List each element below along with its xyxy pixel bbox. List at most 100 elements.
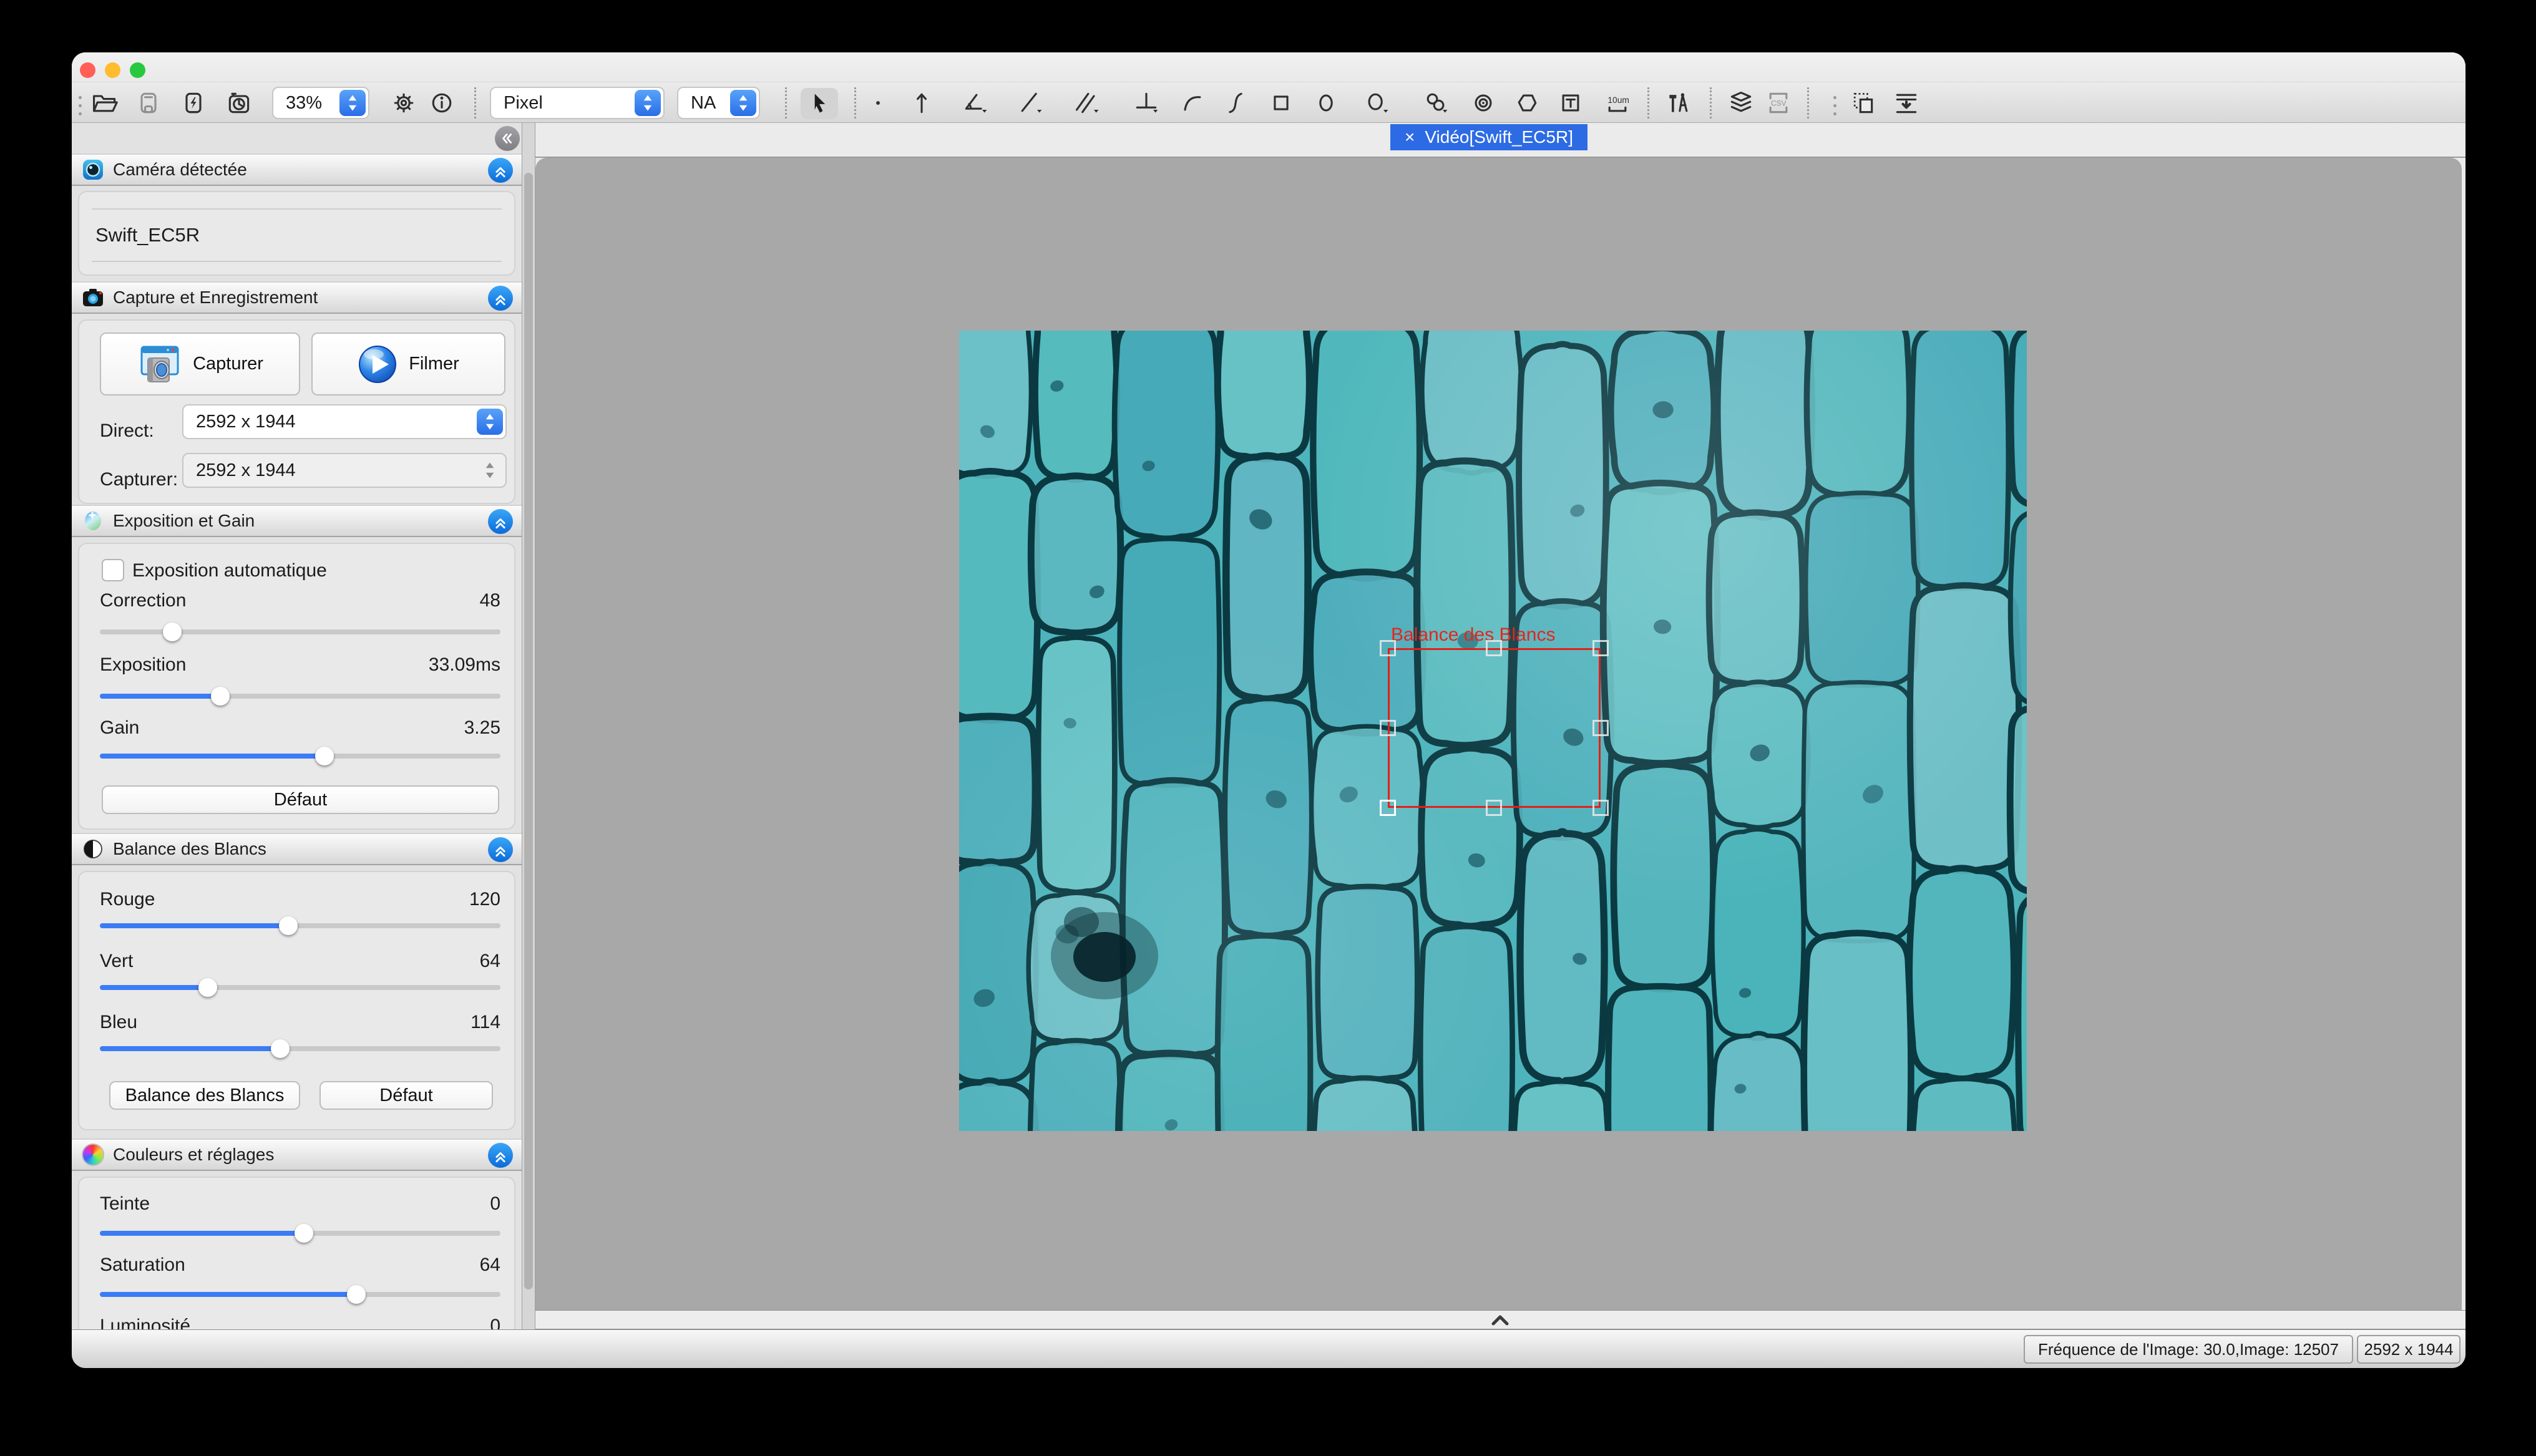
panel-header-colors[interactable]: Couleurs et réglages (72, 1138, 522, 1171)
scrollbar-thumb[interactable] (524, 173, 533, 1289)
video-tab[interactable]: × Vidéo[Swift_EC5R] (1390, 124, 1587, 150)
colors-panel-body: Teinte 0 Saturation 64 Luminosité (78, 1177, 515, 1329)
sidebar-scrollbar[interactable] (522, 123, 535, 1329)
measurement-settings-icon[interactable] (1665, 89, 1692, 117)
close-tab-icon[interactable]: × (1405, 127, 1415, 147)
angle-tool[interactable] (962, 89, 989, 117)
close-window-button[interactable] (80, 62, 95, 78)
slider-knob[interactable] (198, 978, 217, 997)
slider-knob[interactable] (315, 747, 334, 765)
hue-slider[interactable] (100, 1224, 500, 1243)
cursor-tool[interactable] (806, 89, 833, 117)
roi-handle[interactable] (1592, 640, 1609, 656)
blue-slider[interactable] (100, 1039, 500, 1058)
roi-handle[interactable] (1486, 640, 1502, 656)
collapse-panel-button[interactable] (488, 837, 513, 862)
bottom-panel-expander[interactable] (535, 1310, 2465, 1329)
roi-handle[interactable] (1380, 800, 1396, 816)
live-resolution-stepper[interactable] (477, 409, 503, 435)
roi-handle[interactable] (1380, 640, 1396, 656)
saturation-slider[interactable] (100, 1285, 500, 1304)
info-icon[interactable] (428, 89, 456, 117)
duplicate-icon[interactable] (1849, 89, 1876, 117)
correction-label: Correction (100, 590, 186, 611)
resolution-cell: 2592 x 1944 (2357, 1335, 2460, 1364)
ellipse-tool[interactable] (1312, 89, 1340, 117)
collapse-panel-button[interactable] (488, 1143, 513, 1168)
frame-info-cell: Fréquence de l'Image: 30.0,Image: 12507 (2024, 1335, 2353, 1364)
exposure-slider[interactable] (100, 687, 500, 706)
collapse-panel-button[interactable] (488, 286, 513, 311)
perpendicular-tool[interactable] (1133, 89, 1160, 117)
slider-knob[interactable] (163, 623, 182, 641)
white-balance-roi[interactable] (1388, 648, 1601, 808)
sidebar-top-strip (72, 123, 522, 153)
gain-slider[interactable] (100, 747, 500, 765)
sidebar-collapse-button[interactable] (495, 126, 520, 151)
red-slider[interactable] (100, 916, 500, 935)
camera-timer-icon[interactable] (225, 89, 253, 117)
roi-handle[interactable] (1592, 800, 1609, 816)
open-file-icon[interactable] (91, 89, 119, 117)
arrow-tool[interactable] (908, 89, 935, 117)
settings-gear-icon[interactable] (390, 89, 417, 117)
curve-tool[interactable] (1222, 89, 1249, 117)
save-image-icon[interactable] (135, 89, 162, 117)
zoom-stepper[interactable] (339, 90, 366, 116)
point-tool[interactable] (864, 89, 892, 117)
line-tool[interactable] (1017, 89, 1044, 117)
green-slider[interactable] (100, 978, 500, 997)
arc-tool[interactable] (1178, 89, 1206, 117)
color-wheel-icon (82, 1143, 104, 1166)
white-balance-default-button[interactable]: Défaut (319, 1081, 493, 1110)
roi-handle[interactable] (1592, 720, 1609, 736)
roi-handle[interactable] (1380, 720, 1396, 736)
exposure-default-button[interactable]: Défaut (102, 785, 499, 814)
export-image-icon[interactable] (1893, 89, 1920, 117)
slider-knob[interactable] (211, 687, 230, 706)
sidebar: Caméra détectée Swift_EC5R Capture et (72, 123, 522, 1329)
concentric-circle-tool[interactable] (1470, 89, 1497, 117)
auto-exposure-checkbox[interactable] (102, 559, 124, 581)
default-button-label: Défaut (379, 1085, 432, 1106)
text-tool[interactable] (1557, 89, 1584, 117)
live-video-frame[interactable]: Balance des Blancs (959, 331, 2027, 1131)
panel-header-exposure[interactable]: Exposition et Gain (72, 505, 522, 537)
correction-slider[interactable] (100, 623, 500, 641)
snap-resolution-select[interactable]: 2592 x 1944 (182, 453, 507, 488)
snap-resolution-stepper[interactable] (477, 457, 503, 483)
live-resolution-select[interactable]: 2592 x 1944 (182, 404, 507, 439)
rectangle-tool[interactable] (1267, 89, 1295, 117)
detected-camera-item[interactable]: Swift_EC5R (92, 208, 502, 262)
csv-export-icon[interactable]: CSV (1765, 89, 1792, 117)
slider-knob[interactable] (271, 1039, 290, 1058)
panel-header-capture[interactable]: Capture et Enregistrement (72, 281, 522, 314)
na-select[interactable]: NA (677, 87, 760, 119)
panel-header-white-balance[interactable]: Balance des Blancs (72, 833, 522, 865)
zoom-select[interactable]: 33% (272, 87, 369, 119)
zoom-window-button[interactable] (130, 62, 145, 78)
white-balance-button[interactable]: Balance des Blancs (109, 1081, 300, 1110)
minimize-window-button[interactable] (105, 62, 120, 78)
na-stepper[interactable] (730, 90, 756, 116)
circle-tool[interactable] (1363, 89, 1390, 117)
polygon-tool[interactable] (1513, 89, 1541, 117)
pixel-unit-select[interactable]: Pixel (490, 87, 665, 119)
collapse-panel-button[interactable] (488, 509, 513, 534)
panel-header-camera[interactable]: Caméra détectée (72, 153, 522, 186)
slider-knob[interactable] (279, 916, 298, 935)
layers-icon[interactable] (1727, 89, 1755, 117)
roi-handle[interactable] (1486, 800, 1502, 816)
double-circle-tool[interactable] (1422, 89, 1450, 117)
record-button[interactable]: Filmer (311, 332, 505, 396)
collapse-panel-button[interactable] (488, 158, 513, 183)
unit-stepper[interactable] (635, 90, 661, 116)
slider-knob[interactable] (295, 1224, 313, 1243)
parallel-lines-tool[interactable] (1073, 89, 1101, 117)
slider-knob[interactable] (347, 1285, 366, 1304)
capture-button-label: Capturer (193, 354, 263, 374)
camera-flash-icon[interactable] (180, 89, 207, 117)
blue-value: 114 (471, 1012, 500, 1033)
capture-button[interactable]: Capturer (100, 332, 300, 396)
scalebar-tool[interactable]: 10um (1604, 89, 1631, 117)
